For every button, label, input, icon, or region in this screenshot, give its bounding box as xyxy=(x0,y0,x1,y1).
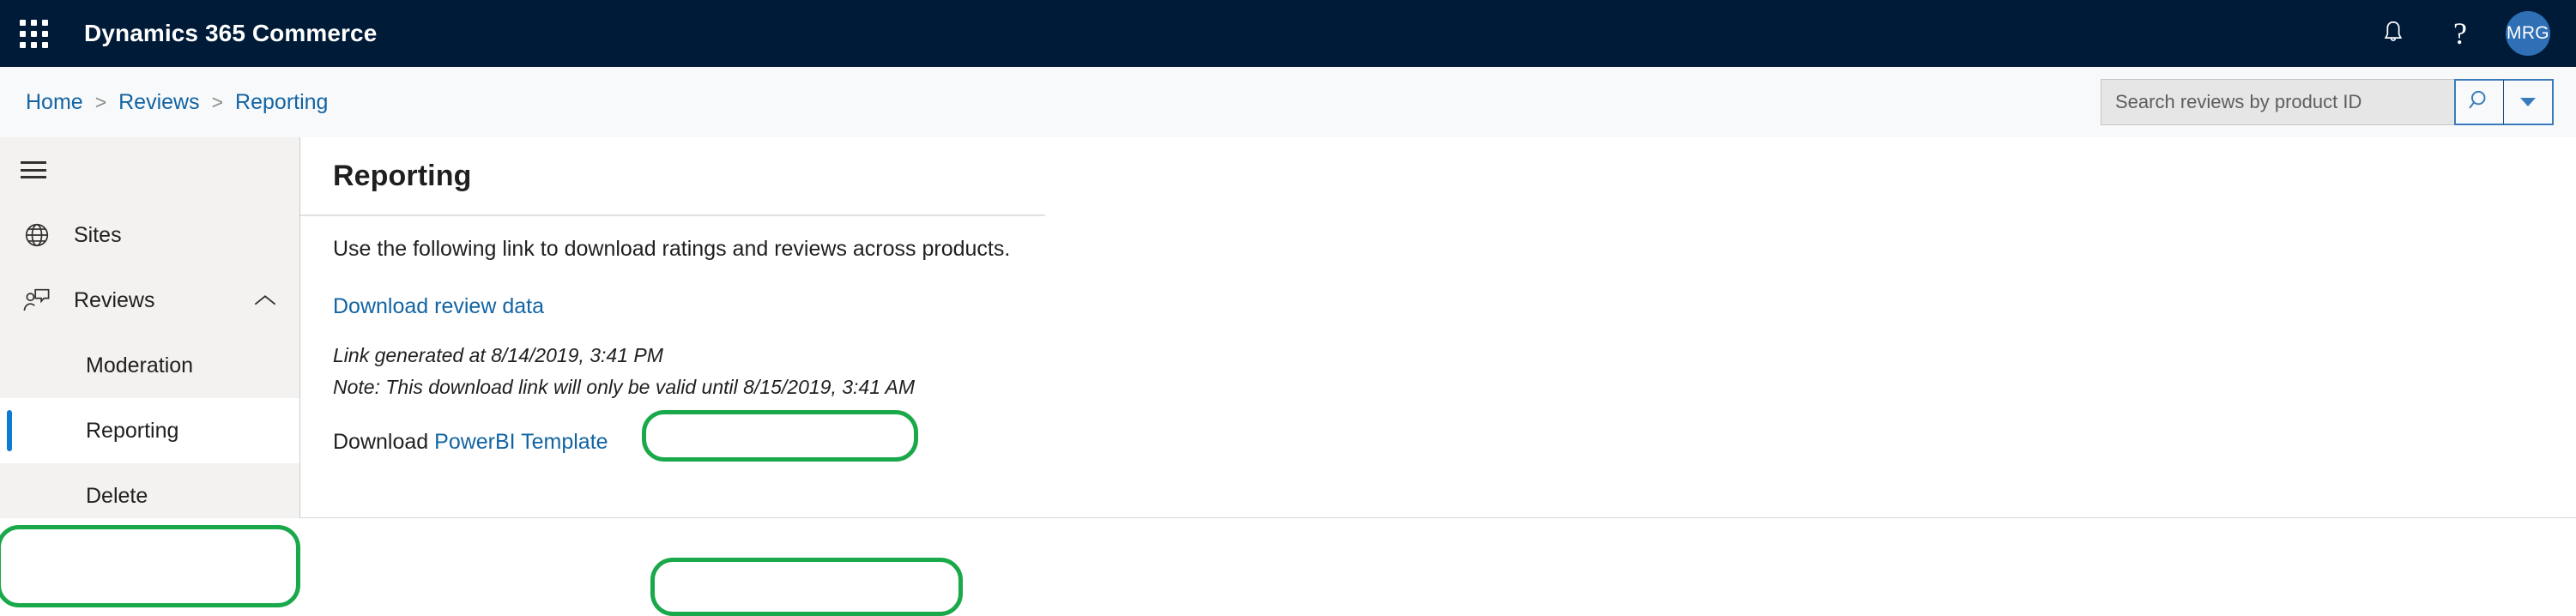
sidebar-item-reviews[interactable]: Reviews xyxy=(0,268,299,333)
search-input[interactable] xyxy=(2101,79,2454,125)
download-review-data-link[interactable]: Download review data xyxy=(333,294,544,318)
breadcrumb-separator: > xyxy=(94,90,107,113)
sidebar-item-delete[interactable]: Delete xyxy=(0,463,299,528)
breadcrumb-item-reporting[interactable]: Reporting xyxy=(235,90,328,115)
intro-text: Use the following link to download ratin… xyxy=(333,237,1011,261)
magnifier-icon xyxy=(2468,88,2492,117)
sidebar: Sites Reviews Moderation Reporting Delet… xyxy=(0,137,300,607)
download-powerbi-template-highlight xyxy=(650,558,963,616)
bell-icon xyxy=(2380,20,2406,47)
top-header: Dynamics 365 Commerce ? MRG xyxy=(0,0,2576,67)
download-review-data-row: Download review data xyxy=(333,294,544,319)
sidebar-item-reporting[interactable]: Reporting xyxy=(0,398,299,463)
breadcrumb-separator: > xyxy=(211,90,224,113)
page-title: Reporting xyxy=(333,160,472,192)
app-title: Dynamics 365 Commerce xyxy=(84,20,378,46)
sidebar-item-label: Sites xyxy=(74,222,122,247)
globe-icon xyxy=(0,221,74,249)
main-content: Reporting Use the following link to down… xyxy=(300,137,2576,616)
search-container xyxy=(2101,79,2554,125)
avatar[interactable]: MRG xyxy=(2506,11,2550,56)
search-dropdown-button[interactable] xyxy=(2504,79,2554,125)
chevron-up-icon[interactable] xyxy=(253,293,277,308)
download-powerbi-row: Download PowerBI Template xyxy=(333,430,608,455)
breadcrumb-bar: Home > Reviews > Reporting xyxy=(0,67,2576,137)
sidebar-item-sites[interactable]: Sites xyxy=(0,202,299,268)
link-expiry-text: Note: This download link will only be va… xyxy=(333,376,916,399)
link-generated-text: Link generated at 8/14/2019, 3:41 PM xyxy=(333,344,663,366)
sidebar-item-label: Reviews xyxy=(74,287,155,312)
title-divider xyxy=(300,214,1045,216)
link-metadata: Link generated at 8/14/2019, 3:41 PM Not… xyxy=(333,340,2576,404)
breadcrumb: Home > Reviews > Reporting xyxy=(26,90,328,115)
hamburger-icon xyxy=(21,161,46,178)
powerbi-template-link[interactable]: PowerBI Template xyxy=(434,430,608,454)
notifications-button[interactable] xyxy=(2360,0,2427,67)
app-launcher-button[interactable] xyxy=(0,0,67,67)
download-powerbi-prefix: Download xyxy=(333,429,435,454)
app-root: Dynamics 365 Commerce ? MRG Home > Revie… xyxy=(0,0,2576,616)
content-body: Use the following link to download ratin… xyxy=(333,232,2576,455)
sidebar-menu-toggle[interactable] xyxy=(0,137,299,202)
person-comment-icon xyxy=(0,287,74,314)
chevron-down-icon xyxy=(2520,98,2536,106)
sidebar-item-moderation[interactable]: Moderation xyxy=(0,333,299,398)
body-area: Sites Reviews Moderation Reporting Delet… xyxy=(0,137,2576,616)
help-button[interactable]: ? xyxy=(2427,0,2494,67)
waffle-grid-icon xyxy=(19,19,48,48)
breadcrumb-item-reviews[interactable]: Reviews xyxy=(118,90,199,115)
question-mark-icon: ? xyxy=(2453,16,2467,51)
sidebar-reporting-highlight xyxy=(0,525,300,607)
breadcrumb-item-home[interactable]: Home xyxy=(26,90,83,115)
search-button[interactable] xyxy=(2454,79,2504,125)
